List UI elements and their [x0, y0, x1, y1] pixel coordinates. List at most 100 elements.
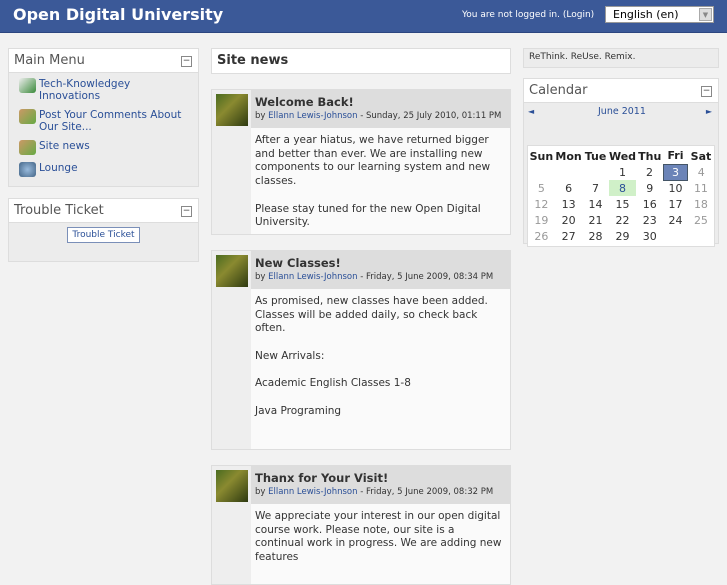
forum-icon	[19, 140, 36, 155]
calendar-block: Calendar − ◄ June 2011 ► Sun Mon Tue Wed Thu F…	[523, 78, 719, 247]
post-body: We appreciate your interest in our open …	[251, 504, 510, 584]
minimize-icon[interactable]: −	[181, 206, 192, 217]
chat-icon	[19, 162, 36, 177]
menu-item[interactable]: Lounge	[9, 160, 198, 179]
post-title: New Classes!	[255, 256, 341, 270]
author-avatar[interactable]	[216, 94, 248, 126]
calendar-day[interactable]: 14	[582, 196, 608, 212]
menu-item[interactable]: Site news	[9, 138, 198, 157]
calendar-day[interactable]: 22	[609, 212, 637, 228]
calendar-empty	[528, 164, 555, 180]
calendar-day[interactable]: 8	[608, 180, 637, 196]
post-body: As promised, new classes have been added…	[251, 289, 510, 449]
calendar-day[interactable]: 17	[663, 196, 688, 212]
author-avatar[interactable]	[216, 255, 248, 287]
language-select[interactable]: English (en) ▼	[605, 6, 714, 23]
calendar-day[interactable]: 24	[663, 212, 688, 228]
weekday-header: Wed	[608, 149, 637, 163]
calendar-day[interactable]: 2	[636, 164, 663, 180]
minimize-icon[interactable]: −	[181, 56, 192, 67]
calendar-day[interactable]: 10	[663, 180, 688, 196]
next-month-icon[interactable]: ►	[706, 107, 712, 116]
calendar-day[interactable]: 12	[528, 196, 555, 212]
resource-icon	[19, 78, 36, 93]
weekday-header: Fri	[667, 149, 684, 163]
main-menu-block: Main Menu − Tech-Knowledgey Innovations Po…	[8, 48, 199, 187]
weekday-header: Thu	[638, 149, 662, 163]
calendar-day[interactable]: 7	[582, 180, 608, 196]
calendar-empty	[663, 228, 688, 244]
calendar-day[interactable]: 9	[636, 180, 663, 196]
menu-item-link[interactable]: Post Your Comments About Our Site...	[39, 109, 188, 133]
block-title: Trouble Ticket	[14, 203, 104, 218]
menu-item-link[interactable]: Tech-Knowledgey Innovations	[39, 78, 188, 102]
menu-item[interactable]: Tech-Knowledgey Innovations	[9, 76, 198, 104]
weekday-header: Mon	[555, 149, 582, 163]
news-post: New Classes! by Ellann Lewis-Johnson - F…	[211, 250, 511, 450]
post-paragraph: Please stay tuned for the new Open Digit…	[255, 202, 481, 229]
post-byline: by Ellann Lewis-Johnson - Friday, 5 June…	[255, 487, 494, 497]
forum-icon	[19, 109, 36, 124]
menu-item-link[interactable]: Site news	[39, 140, 90, 155]
calendar-grid: Sun Mon Tue Wed Thu Fri Sat 1 2 3 4 5 6 7 8 9 10 11 12 13 14…	[528, 148, 714, 244]
calendar-day[interactable]: 25	[688, 212, 714, 228]
calendar-day[interactable]: 20	[555, 212, 583, 228]
prev-month-icon[interactable]: ◄	[528, 107, 534, 116]
calendar-day[interactable]: 26	[528, 228, 555, 244]
post-paragraph: As promised, new classes have been added…	[255, 295, 488, 335]
calendar-day[interactable]: 4	[688, 164, 714, 180]
post-title: Welcome Back!	[255, 95, 354, 109]
header: Open Digital University You are not logg…	[0, 0, 727, 33]
month-link[interactable]: June 2011	[598, 106, 646, 117]
calendar-day[interactable]: 23	[636, 212, 663, 228]
post-paragraph: New Arrivals:	[255, 349, 325, 362]
trouble-ticket-block: Trouble Ticket − Trouble Ticket	[8, 198, 199, 262]
weekday-header: Tue	[584, 149, 607, 163]
calendar-day[interactable]: 28	[582, 228, 608, 244]
author-link[interactable]: Ellann Lewis-Johnson	[268, 487, 357, 497]
site-news-header: Site news	[211, 48, 511, 74]
post-paragraph: We appreciate your interest in our open …	[255, 510, 502, 564]
trouble-ticket-button[interactable]: Trouble Ticket	[67, 227, 140, 243]
post-paragraph: After a year hiatus, we have returned bi…	[255, 134, 491, 188]
chevron-down-icon: ▼	[699, 8, 712, 21]
login-link[interactable]: (Login)	[563, 10, 594, 20]
block-title: Main Menu	[14, 53, 85, 68]
author-link[interactable]: Ellann Lewis-Johnson	[268, 111, 357, 121]
calendar-day[interactable]: 30	[636, 228, 663, 244]
calendar-day[interactable]: 3	[662, 163, 689, 181]
calendar-day[interactable]: 29	[609, 228, 637, 244]
tagline: ReThink. ReUse. Remix.	[523, 48, 719, 68]
calendar-day[interactable]: 16	[636, 196, 663, 212]
weekday-header: Sun	[529, 149, 554, 163]
post-byline: by Ellann Lewis-Johnson - Friday, 5 June…	[255, 272, 494, 282]
site-news-title: Site news	[212, 49, 510, 73]
post-paragraph: Java Programing	[255, 404, 342, 417]
calendar-day[interactable]: 15	[609, 196, 637, 212]
calendar-empty	[555, 164, 583, 180]
post-title: Thanx for Your Visit!	[255, 471, 389, 485]
calendar-day[interactable]: 13	[555, 196, 583, 212]
menu-item[interactable]: Post Your Comments About Our Site...	[9, 107, 198, 135]
author-avatar[interactable]	[216, 470, 248, 502]
weekday-header: Sat	[690, 149, 712, 163]
post-byline: by Ellann Lewis-Johnson - Sunday, 25 Jul…	[255, 111, 502, 121]
menu-item-link[interactable]: Lounge	[39, 162, 78, 177]
minimize-icon[interactable]: −	[701, 86, 712, 97]
author-link[interactable]: Ellann Lewis-Johnson	[268, 272, 357, 282]
calendar-day[interactable]: 27	[555, 228, 583, 244]
calendar-day[interactable]: 1	[609, 164, 637, 180]
calendar-day[interactable]: 11	[688, 180, 714, 196]
calendar-day[interactable]: 19	[528, 212, 555, 228]
news-post: Welcome Back! by Ellann Lewis-Johnson - …	[211, 89, 511, 235]
calendar-empty	[582, 164, 608, 180]
calendar-empty	[688, 228, 714, 244]
calendar-day[interactable]: 18	[688, 196, 714, 212]
calendar-day[interactable]: 6	[555, 180, 583, 196]
calendar-day[interactable]: 21	[582, 212, 608, 228]
calendar-day[interactable]: 5	[528, 180, 555, 196]
login-info: You are not logged in. (Login)	[462, 10, 595, 20]
site-title: Open Digital University	[13, 5, 224, 24]
news-post: Thanx for Your Visit! by Ellann Lewis-Jo…	[211, 465, 511, 585]
post-body: After a year hiatus, we have returned bi…	[251, 128, 510, 234]
